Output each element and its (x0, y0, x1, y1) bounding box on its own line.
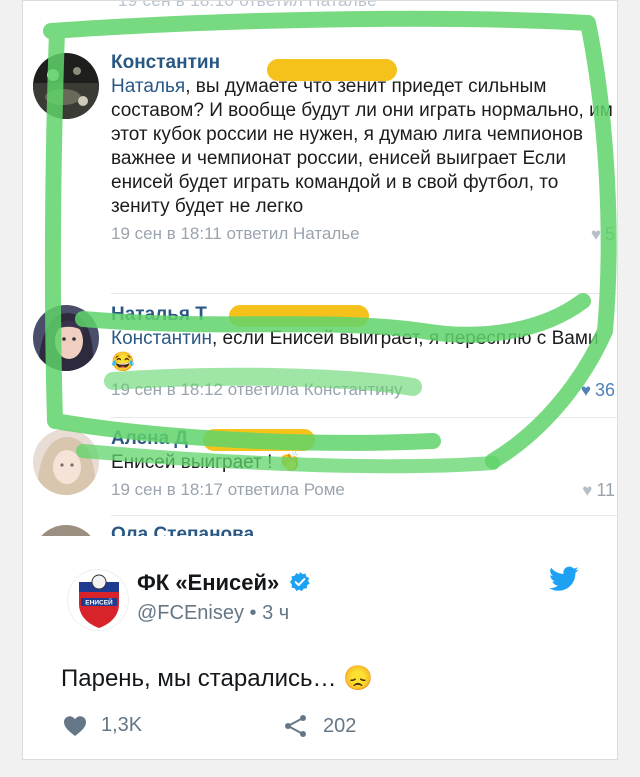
club-logo-avatar[interactable]: ЕНИСЕЙ (67, 569, 129, 631)
like-count: 1,3K (101, 714, 143, 736)
comment-meta: 19 сен в 18:12 ответила Константину ♥ 36 (111, 378, 615, 402)
twitter-bird-icon[interactable] (549, 566, 579, 592)
screenshot-frame: 19 сен в 18:10 ответил Наталье Константи… (22, 0, 618, 760)
divider (111, 293, 617, 294)
comment-timestamp[interactable]: 19 сен в 18:12 ответила Константину (111, 380, 403, 399)
logo-text: ЕНИСЕЙ (85, 598, 113, 607)
comment-body: Ола Степанова (111, 523, 615, 536)
share-button[interactable]: 202 (283, 714, 356, 738)
reply-mention[interactable]: Наталья (111, 76, 185, 97)
like-button[interactable]: 1,3K (63, 714, 142, 737)
divider (111, 515, 617, 516)
comment-author[interactable]: Алена Д (111, 427, 615, 451)
comment-body: Алена Д Енисей выиграет ! 👏 19 сен в 18:… (111, 427, 615, 502)
comment-text: Константин, если Енисей выиграет, я пере… (111, 328, 599, 373)
comment-meta: 19 сен в 18:17 ответила Роме ♥ 11 (111, 478, 615, 502)
redaction-mark (203, 429, 315, 451)
avatar[interactable] (33, 525, 99, 536)
tweet-card: ЕНИСЕЙ ФК «Енисей» @FCEnisey • 3 ч Парен… (23, 536, 617, 759)
vk-comments-panel: 19 сен в 18:10 ответил Наталье Константи… (23, 1, 617, 536)
comment-text: Наталья, вы думаете что зенит приедет си… (111, 76, 613, 217)
avatar[interactable] (33, 305, 99, 371)
tweet-text: Парень, мы старались… 😞 (61, 665, 374, 692)
avatar[interactable] (33, 429, 99, 495)
retweet-count: 202 (323, 714, 357, 737)
cut-off-comment-meta: 19 сен в 18:10 ответил Наталье (118, 1, 377, 11)
reply-mention[interactable]: Константин (111, 328, 212, 349)
comment-author[interactable]: Ола Степанова (111, 523, 615, 536)
heart-icon: ♥ (582, 481, 593, 500)
divider (111, 417, 617, 418)
like-button[interactable]: ♥ 5 (591, 222, 615, 247)
like-count: 11 (596, 480, 615, 500)
comment-timestamp[interactable]: 19 сен в 18:17 ответила Роме (111, 480, 345, 499)
verified-badge-icon (290, 571, 311, 592)
heart-icon: ♥ (590, 225, 601, 244)
redaction-mark (229, 305, 369, 327)
like-button[interactable]: ♥ 11 (582, 478, 615, 503)
avatar[interactable] (33, 53, 99, 119)
comment-timestamp[interactable]: 19 сен в 18:11 ответил Наталье (111, 224, 360, 243)
tweet-actions: 1,3K 202 (63, 714, 583, 744)
redaction-mark (267, 59, 397, 81)
heart-icon (64, 715, 86, 736)
comment-meta: 19 сен в 18:11 ответил Наталье ♥ 5 (111, 222, 615, 246)
comment-text: Енисей выиграет ! 👏 (111, 452, 302, 473)
like-button[interactable]: ♥ 36 (581, 378, 615, 403)
like-count: 5 (604, 224, 615, 244)
tweet-handle: @FCEnisey • 3 ч (137, 602, 290, 624)
tweet-author-name[interactable]: ФК «Енисей» (137, 570, 311, 596)
like-count: 36 (594, 380, 615, 400)
share-icon (285, 715, 306, 737)
heart-icon: ♥ (580, 381, 591, 400)
